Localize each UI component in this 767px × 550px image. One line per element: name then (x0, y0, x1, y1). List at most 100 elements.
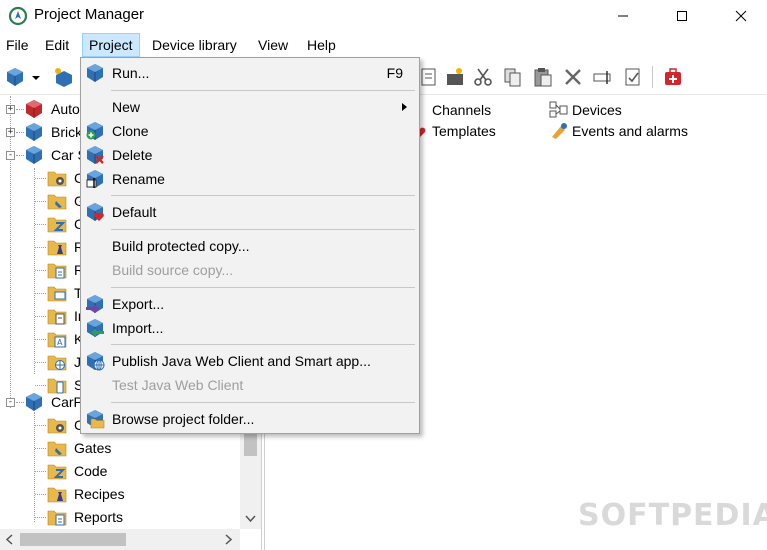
tree-node-label: Auto (51, 101, 80, 117)
delete-x-icon[interactable] (562, 66, 584, 88)
tree-connector-line (35, 385, 46, 386)
default-heart-icon (87, 203, 104, 221)
delete-menu-item[interactable]: Delete (83, 143, 417, 167)
run-menu-item[interactable]: Run... F9 (83, 61, 417, 85)
templates-label: Templates (432, 123, 496, 139)
maximize-button[interactable] (659, 0, 705, 32)
menu-item-label: Delete (112, 147, 153, 163)
build-protected-copy-menu-item[interactable]: Build protected copy... (83, 234, 417, 258)
menu-device-library[interactable]: Device library (146, 33, 243, 57)
expand-icon[interactable]: + (6, 128, 15, 137)
run-icon (87, 64, 103, 82)
close-button[interactable] (718, 0, 764, 32)
expand-icon[interactable]: + (6, 105, 15, 114)
title-bar: Project Manager (0, 0, 767, 32)
clone-icon (86, 122, 103, 140)
clone-menu-item[interactable]: Clone (83, 119, 417, 143)
publish-java-web-client-menu-item[interactable]: Publish Java Web Client and Smart app... (83, 349, 417, 373)
scroll-right-icon[interactable] (224, 534, 232, 545)
menu-file[interactable]: File (0, 33, 35, 57)
project-cube-icon (26, 146, 42, 164)
new-menu-item[interactable]: New (83, 95, 417, 119)
recipes-folder-icon (47, 487, 67, 503)
menu-item-label: New (112, 99, 141, 115)
publish-web-icon (87, 352, 105, 371)
shortcut-label: F9 (386, 65, 403, 81)
scroll-down-icon[interactable] (245, 515, 256, 523)
scroll-left-icon[interactable] (6, 534, 14, 545)
tree-connector-line (16, 132, 24, 133)
import-icon (87, 319, 104, 337)
dropdown-arrow-icon[interactable] (30, 66, 42, 88)
app-logo-icon (8, 6, 28, 26)
reports-folder-icon (47, 263, 67, 279)
new-project-cube-icon[interactable] (4, 66, 26, 88)
tree-horizontal-scrollbar[interactable] (0, 529, 240, 550)
menu-help[interactable]: Help (301, 33, 342, 57)
devices-label: Devices (572, 102, 622, 118)
rename-field-icon[interactable] (592, 66, 614, 88)
document-icon[interactable] (418, 66, 440, 88)
menu-item-label: Build source copy... (112, 262, 234, 278)
folder-icon (87, 410, 105, 429)
horizontal-scroll-thumb[interactable] (20, 533, 126, 546)
menu-view[interactable]: View (252, 33, 294, 57)
keys-folder-icon: A (47, 332, 67, 348)
gear-folder-icon (47, 171, 67, 187)
gear-folder-icon (47, 418, 67, 434)
cut-icon[interactable] (472, 66, 494, 88)
close-icon (735, 10, 747, 22)
tree-node-label: CarP (51, 394, 83, 410)
minimize-icon (618, 15, 628, 17)
properties-icon[interactable] (622, 66, 644, 88)
collapse-icon[interactable]: - (6, 151, 15, 160)
gates-folder-icon (47, 194, 67, 210)
build-source-copy-menu-item: Build source copy... (83, 258, 417, 282)
tree-connector-line (35, 425, 46, 426)
help-kit-icon[interactable] (662, 66, 684, 88)
devices-icon (549, 101, 568, 118)
submenu-arrow-icon (402, 103, 407, 111)
tree-connector-line (35, 293, 46, 294)
project-red-cube-icon (26, 100, 42, 118)
tree-connector-line (34, 168, 35, 374)
menu-edit[interactable]: Edit (39, 33, 75, 57)
menu-item-label: Test Java Web Client (112, 377, 244, 393)
events-alarms-label: Events and alarms (572, 123, 688, 139)
tree-connector-line (16, 402, 24, 403)
export-icon (86, 295, 103, 313)
new-sparkle-cube-icon[interactable] (52, 66, 74, 88)
menu-separator (111, 402, 415, 403)
import-menu-item[interactable]: Import... (83, 316, 417, 340)
tree-node-label: Recipes (74, 486, 125, 502)
tree-connector-line (10, 96, 11, 408)
code-folder-icon (47, 464, 67, 480)
reports-folder-icon (47, 510, 67, 526)
code-folder-icon (47, 217, 67, 233)
export-menu-item[interactable]: Export... (83, 292, 417, 316)
browse-project-folder-menu-item[interactable]: Browse project folder... (83, 407, 417, 431)
menu-item-label: Clone (112, 123, 149, 139)
tree-connector-line (35, 517, 46, 518)
softpedia-watermark: SOFTPEDIA (578, 498, 767, 533)
test-java-web-client-menu-item: Test Java Web Client (83, 373, 417, 397)
tree-connector-line (35, 201, 46, 202)
tree-connector-line (35, 270, 46, 271)
minimize-button[interactable] (600, 0, 646, 32)
default-menu-item[interactable]: Default (83, 200, 417, 224)
tree-node-label: Gates (74, 440, 112, 456)
collapse-icon[interactable]: - (6, 398, 15, 407)
tree-connector-line (16, 155, 24, 156)
maximize-icon (677, 11, 687, 21)
new-item-icon[interactable] (444, 66, 466, 88)
paste-icon[interactable] (532, 66, 554, 88)
menu-project[interactable]: Project (82, 33, 140, 57)
copy-icon[interactable] (502, 66, 524, 88)
rename-menu-item[interactable]: Rename (83, 167, 417, 191)
channels-label: Channels (432, 102, 492, 118)
delete-icon (87, 146, 104, 164)
tree-node-label: Reports (74, 509, 124, 525)
tree-connector-line (16, 109, 24, 110)
menu-separator (111, 195, 415, 196)
menu-bar: File Edit Project Device library View He… (0, 33, 767, 57)
